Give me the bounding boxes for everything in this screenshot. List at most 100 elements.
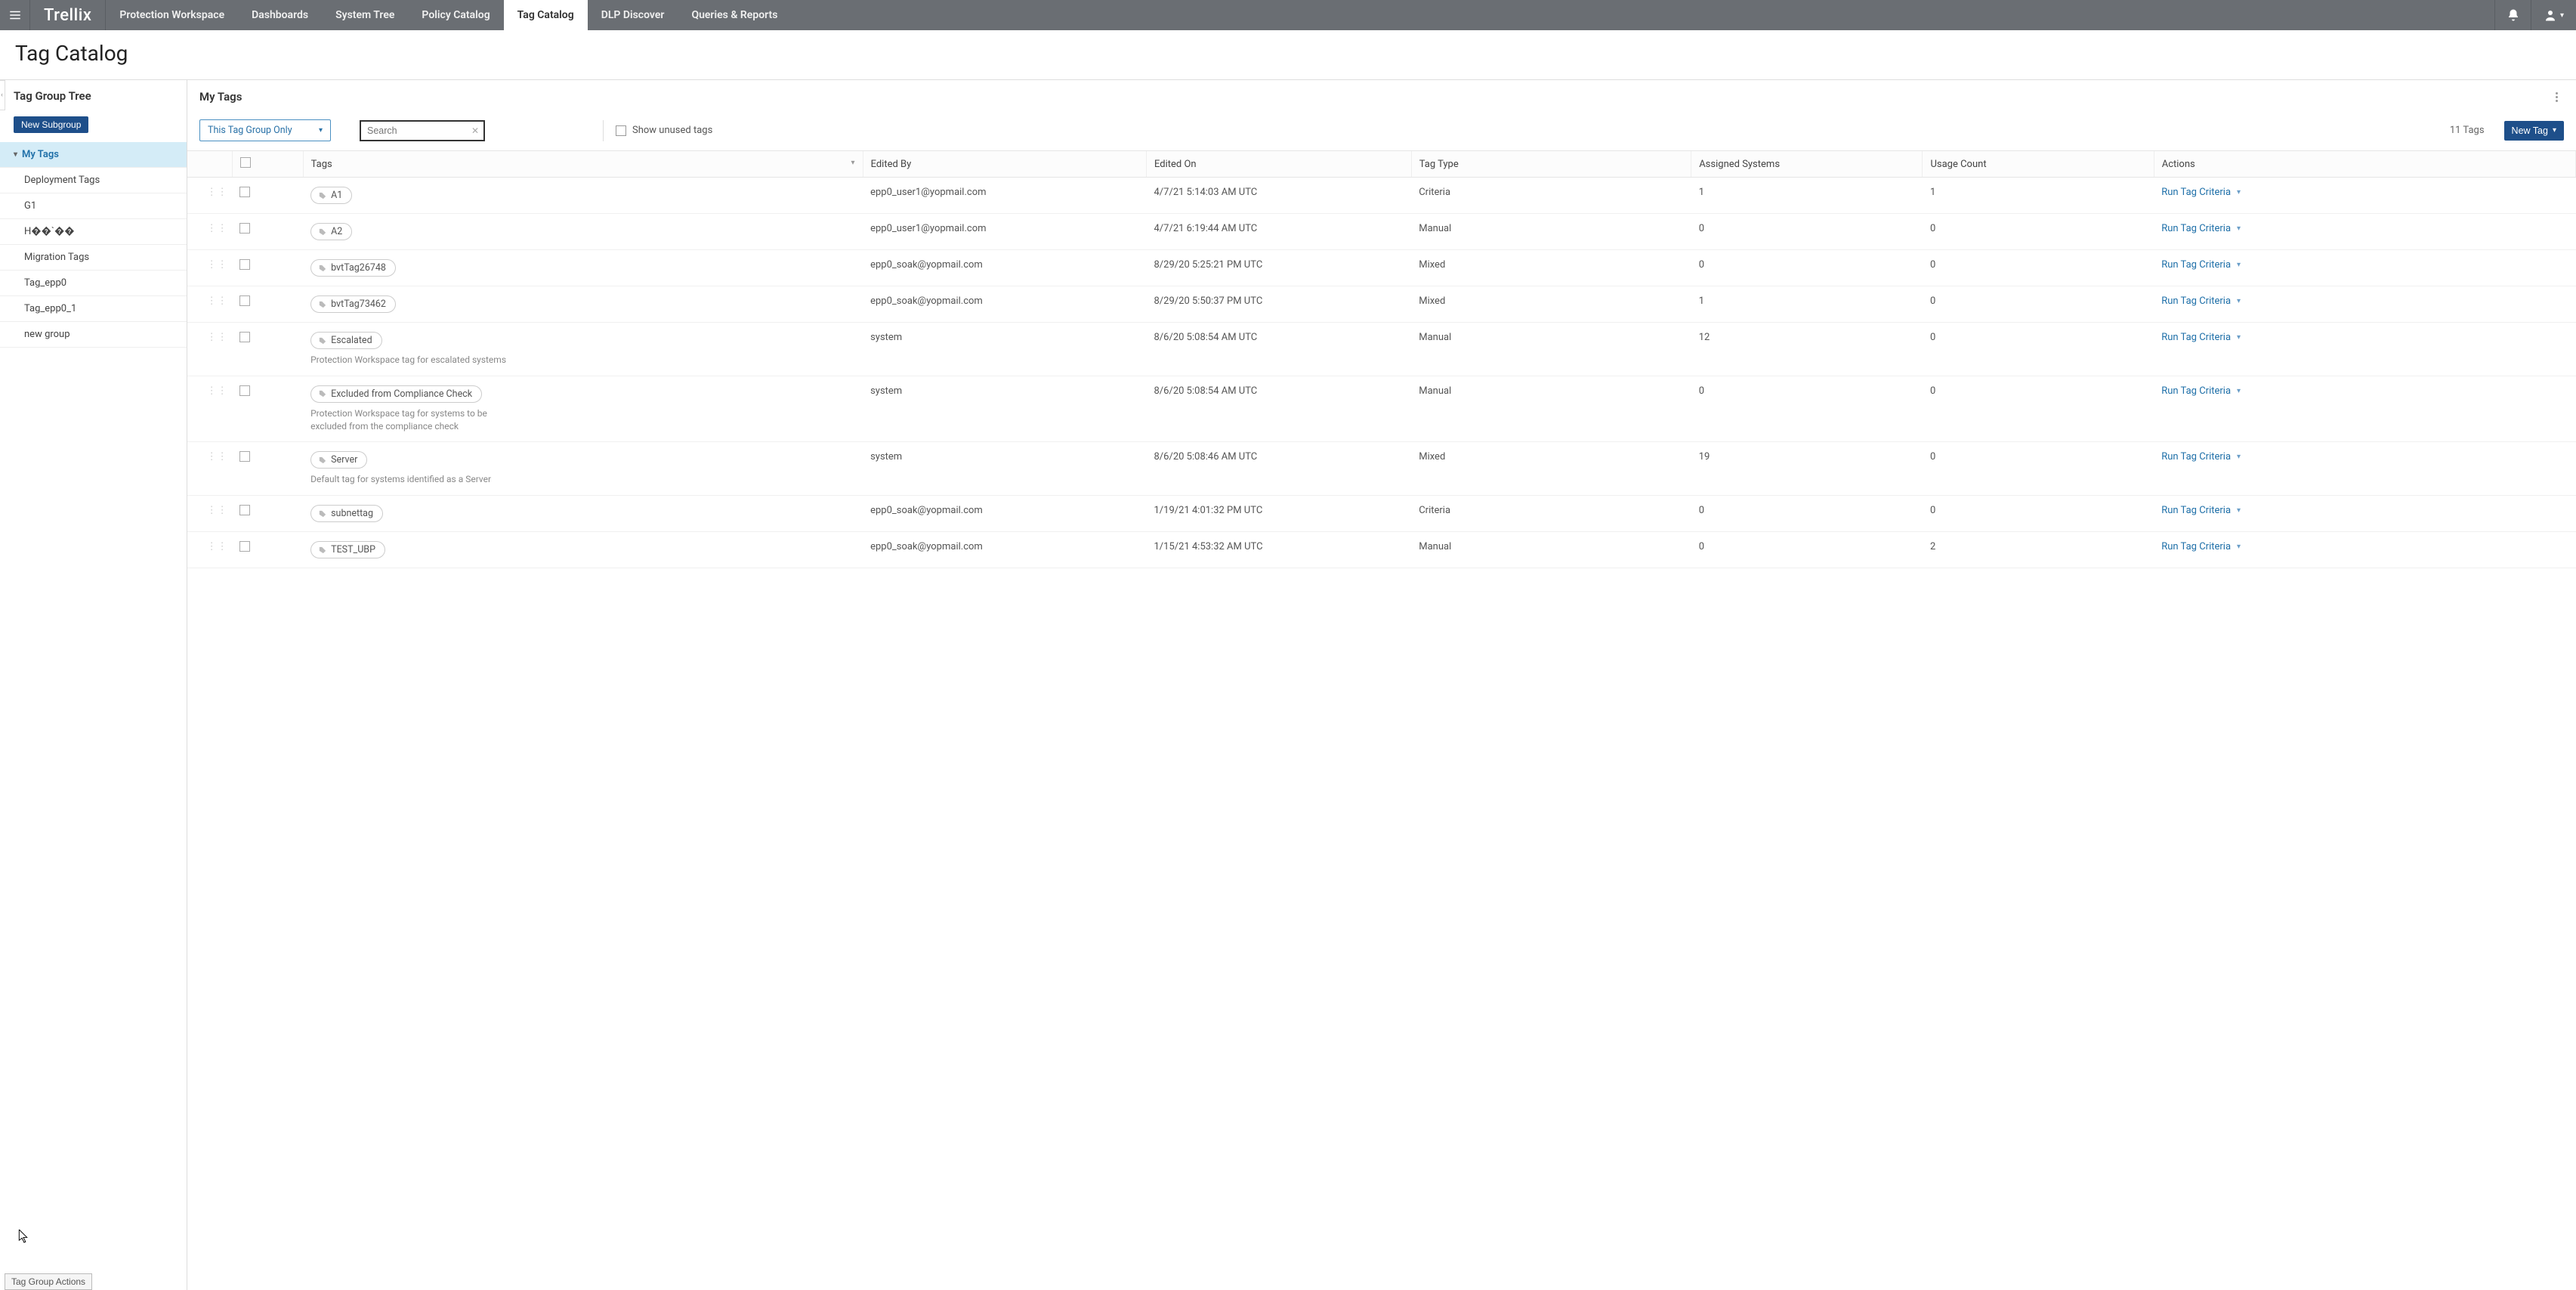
table-row: ⋮⋮Excluded from Compliance CheckProtecti… [187, 376, 2576, 442]
col-tag-type-header[interactable]: Tag Type [1411, 151, 1691, 178]
row-checkbox[interactable] [232, 178, 303, 214]
nav-tab-dashboards[interactable]: Dashboards [238, 0, 322, 30]
checkbox-icon [239, 187, 250, 197]
run-tag-criteria-button[interactable]: Run Tag Criteria▾ [2161, 259, 2241, 271]
run-tag-criteria-button[interactable]: Run Tag Criteria▾ [2161, 187, 2241, 198]
row-checkbox[interactable] [232, 323, 303, 376]
table-row: ⋮⋮ EscalatedProtection Workspace tag for … [187, 323, 2576, 376]
tree-root-my-tags[interactable]: ▾ My Tags [0, 142, 187, 168]
tag-chip[interactable]: TEST_UBP [310, 541, 385, 558]
nav-tab-policy-catalog[interactable]: Policy Catalog [408, 0, 503, 30]
usage-count-cell: 0 [1923, 214, 2154, 250]
caret-down-icon: ▾ [14, 150, 17, 159]
checkbox-icon [240, 157, 251, 168]
table-row: ⋮⋮A1epp0_user1@yopmail.com4/7/21 5:14:03… [187, 178, 2576, 214]
run-tag-criteria-button[interactable]: Run Tag Criteria▾ [2161, 541, 2241, 552]
row-checkbox[interactable] [232, 532, 303, 568]
tag-chip[interactable]: Escalated [310, 332, 382, 349]
tree-item[interactable]: Migration Tags [0, 245, 187, 271]
row-checkbox[interactable] [232, 496, 303, 532]
tag-chip[interactable]: Excluded from Compliance Check [310, 385, 482, 403]
tag-chip-label: bvtTag26748 [331, 262, 386, 274]
row-checkbox[interactable] [232, 250, 303, 286]
col-assigned-header[interactable]: Assigned Systems [1691, 151, 1923, 178]
drag-handle[interactable]: ⋮⋮ [187, 323, 232, 376]
tag-chip[interactable]: A1 [310, 187, 352, 204]
show-unused-checkbox[interactable]: Show unused tags [616, 125, 712, 136]
drag-handle[interactable]: ⋮⋮ [187, 214, 232, 250]
sidebar-collapse-button[interactable]: ‹ [0, 80, 5, 110]
drag-handle[interactable]: ⋮⋮ [187, 178, 232, 214]
nav-tab-dlp-discover[interactable]: DLP Discover [588, 0, 678, 30]
drag-handle[interactable]: ⋮⋮ [187, 442, 232, 496]
new-subgroup-button[interactable]: New Subgroup [14, 116, 88, 133]
clear-search-icon[interactable]: ✕ [471, 125, 479, 136]
tag-chip[interactable]: A2 [310, 223, 352, 240]
nav-tab-queries-reports[interactable]: Queries & Reports [678, 0, 791, 30]
col-edited-on-header[interactable]: Edited On [1147, 151, 1412, 178]
drag-handle[interactable]: ⋮⋮ [187, 286, 232, 323]
action-label: Run Tag Criteria [2161, 187, 2231, 198]
chevron-down-icon: ▾ [2560, 11, 2564, 20]
tag-cell: EscalatedProtection Workspace tag for es… [303, 323, 863, 376]
drag-handle[interactable]: ⋮⋮ [187, 376, 232, 442]
brand-logo[interactable]: Trellix [30, 0, 106, 30]
search-input[interactable] [360, 120, 485, 141]
scope-select-value: This Tag Group Only [208, 125, 292, 136]
edited-by-cell: epp0_soak@yopmail.com [863, 286, 1146, 323]
notifications-button[interactable] [2494, 0, 2531, 30]
tag-group-actions-button[interactable]: Tag Group Actions [5, 1273, 92, 1290]
panel-menu-button[interactable] [2549, 89, 2564, 104]
tag-chip[interactable]: Server [310, 451, 367, 469]
run-tag-criteria-button[interactable]: Run Tag Criteria▾ [2161, 223, 2241, 234]
drag-handle[interactable]: ⋮⋮ [187, 250, 232, 286]
tree-item[interactable]: Tag_epp0_1 [0, 296, 187, 322]
tree-item[interactable]: H��`�� [0, 219, 187, 245]
nav-tab-system-tree[interactable]: System Tree [322, 0, 408, 30]
tree-item[interactable]: G1 [0, 193, 187, 219]
chevron-down-icon: ▾ [2237, 506, 2241, 515]
col-select-all-header[interactable] [232, 151, 303, 178]
col-usage-header[interactable]: Usage Count [1923, 151, 2154, 178]
tag-icon [319, 301, 326, 308]
user-menu-button[interactable]: ▾ [2531, 0, 2576, 30]
run-tag-criteria-button[interactable]: Run Tag Criteria▾ [2161, 332, 2241, 343]
hamburger-menu-button[interactable] [0, 0, 30, 30]
edited-on-cell: 1/19/21 4:01:32 PM UTC [1147, 496, 1412, 532]
row-checkbox[interactable] [232, 442, 303, 496]
checkbox-icon [239, 223, 250, 234]
col-tags-header[interactable]: Tags▾ [303, 151, 863, 178]
row-checkbox[interactable] [232, 286, 303, 323]
tag-chip[interactable]: bvtTag26748 [310, 259, 396, 277]
grip-icon: ⋮⋮ [207, 390, 213, 399]
col-edited-by-header[interactable]: Edited By [863, 151, 1146, 178]
nav-tab-protection-workspace[interactable]: Protection Workspace [106, 0, 238, 30]
drag-handle[interactable]: ⋮⋮ [187, 496, 232, 532]
run-tag-criteria-button[interactable]: Run Tag Criteria▾ [2161, 505, 2241, 516]
tree-item[interactable]: new group [0, 322, 187, 348]
run-tag-criteria-button[interactable]: Run Tag Criteria▾ [2161, 385, 2241, 397]
row-checkbox[interactable] [232, 376, 303, 442]
run-tag-criteria-button[interactable]: Run Tag Criteria▾ [2161, 451, 2241, 462]
tree-item[interactable]: Deployment Tags [0, 168, 187, 193]
actions-cell: Run Tag Criteria▾ [2154, 250, 2575, 286]
chevron-down-icon: ▾ [2237, 543, 2241, 551]
tag-icon [319, 192, 326, 200]
edited-by-cell: system [863, 323, 1146, 376]
nav-tab-tag-catalog[interactable]: Tag Catalog [504, 0, 588, 30]
tag-chip[interactable]: subnettag [310, 505, 383, 522]
grip-icon: ⋮⋮ [207, 264, 213, 273]
tag-chip[interactable]: bvtTag73462 [310, 295, 396, 313]
actions-cell: Run Tag Criteria▾ [2154, 178, 2575, 214]
actions-cell: Run Tag Criteria▾ [2154, 442, 2575, 496]
tree-item[interactable]: Tag_epp0 [0, 271, 187, 296]
usage-count-cell: 0 [1923, 286, 2154, 323]
new-tag-button[interactable]: New Tag ▾ [2504, 121, 2564, 141]
edited-by-cell: epp0_soak@yopmail.com [863, 496, 1146, 532]
row-checkbox[interactable] [232, 214, 303, 250]
edited-by-cell: epp0_user1@yopmail.com [863, 178, 1146, 214]
edited-by-cell: system [863, 442, 1146, 496]
scope-select[interactable]: This Tag Group Only ▾ [199, 119, 331, 141]
run-tag-criteria-button[interactable]: Run Tag Criteria▾ [2161, 295, 2241, 307]
drag-handle[interactable]: ⋮⋮ [187, 532, 232, 568]
